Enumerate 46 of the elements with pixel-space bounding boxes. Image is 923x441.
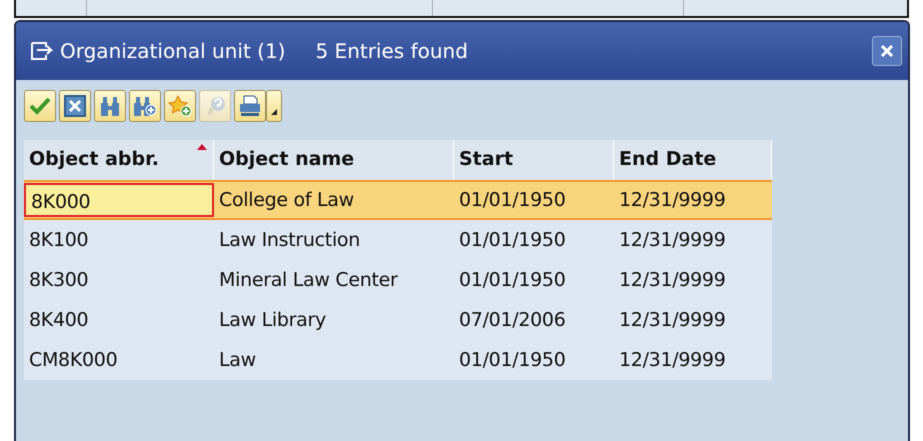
help-icon [204,95,226,117]
table-cell-text: Law Instruction [218,228,361,253]
table-cell: 8K000 [24,183,214,217]
checkmark-icon [29,96,51,116]
close-icon [879,43,895,59]
star-plus-icon [168,95,192,117]
table-row[interactable]: 8K100 Law Instruction 01/01/1950 12/31/9999 [24,220,772,260]
close-button[interactable] [872,36,902,66]
printer-icon [238,95,262,117]
table-cell-text: 12/31/9999 [618,308,727,333]
toolbar-button[interactable] [94,90,126,122]
window-title: Organizational unit (1) [60,39,286,63]
table-cell-text: 8K300 [28,268,90,293]
table-cell-text: 01/01/1950 [458,228,567,253]
table-cell-text: 12/31/9999 [618,268,727,293]
table-cell-text: 8K100 [28,228,90,253]
window-icon [30,41,54,61]
table-row[interactable]: 8K400 Law Library 07/01/2006 12/31/9999 [24,300,772,340]
caret-icon [271,109,277,115]
table-row[interactable]: 8K300 Mineral Law Center 01/01/1950 12/31/9999 [24,260,772,300]
binoculars-icon [99,95,121,117]
toolbar-button[interactable] [164,90,196,122]
table-cell-text: 12/31/9999 [618,188,727,213]
table-cell-text: 8K400 [28,308,90,333]
table-row[interactable]: CM8K000 Law 01/01/1950 12/31/9999 [24,340,772,380]
table-cell-text: Mineral Law Center [218,268,399,293]
toolbar-button[interactable] [59,90,91,122]
cancel-icon [64,95,86,117]
table-cell-text: 07/01/2006 [458,308,567,333]
selected-row[interactable]: 8K000 College of Law 01/01/1950 12/31/9999 [24,180,772,220]
table-cell-text: 01/01/1950 [458,268,567,293]
toolbar-button[interactable] [129,90,161,122]
toolbar-button[interactable] [234,90,266,122]
table-cell-text: 01/01/1950 [458,188,567,213]
entries-count: 5 Entries found [315,39,468,63]
table-cell-text: College of Law [218,188,355,213]
table-cell-text: Law Library [218,308,327,333]
table-cell-text: CM8K000 [28,348,118,373]
dropdown-button[interactable] [266,90,282,122]
table-cell-text: 12/31/9999 [618,348,727,373]
toolbar-button[interactable] [24,90,56,122]
table-cell-text: Law [218,348,257,373]
table-cell-text: 12/31/9999 [618,228,727,253]
binoculars-plus-icon [133,95,157,117]
sort-ascending-icon [197,144,207,150]
table-cell-text: 01/01/1950 [458,348,567,373]
